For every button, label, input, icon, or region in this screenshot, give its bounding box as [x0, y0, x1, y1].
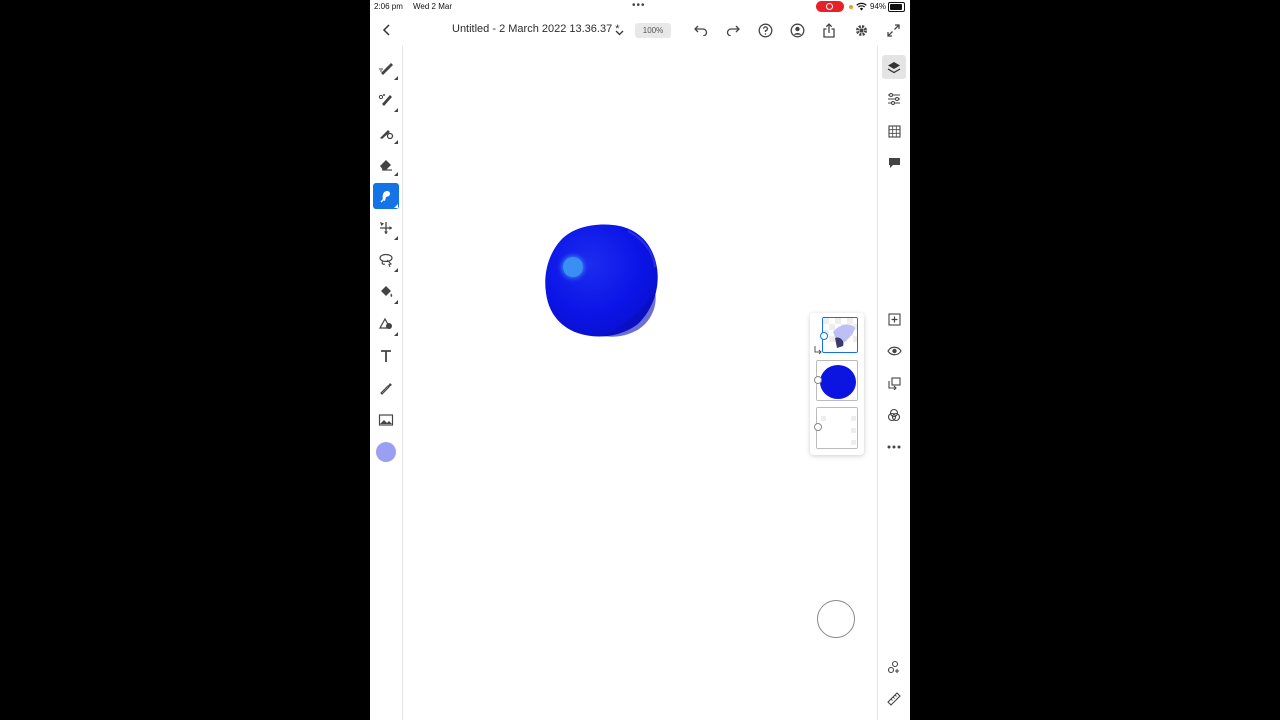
text-tool-icon[interactable]	[373, 343, 399, 369]
settings-gear-icon[interactable]	[852, 21, 870, 39]
blend-modes-icon[interactable]	[882, 403, 906, 427]
fullscreen-icon[interactable]	[884, 21, 902, 39]
status-time: 2:06 pm	[374, 2, 403, 11]
clipping-arrow-icon	[814, 342, 822, 360]
layer-properties-icon[interactable]	[882, 87, 906, 111]
live-brush-tool-icon[interactable]	[373, 87, 399, 113]
multitasking-dots-icon[interactable]: •••	[632, 1, 646, 11]
eyedropper-tool-icon[interactable]	[373, 375, 399, 401]
ruler-icon[interactable]	[882, 687, 906, 711]
comments-icon[interactable]	[882, 151, 906, 175]
eraser-tool-icon[interactable]	[373, 151, 399, 177]
drawing-canvas[interactable]	[403, 46, 877, 720]
battery-icon	[888, 2, 905, 12]
shapes-tool-icon[interactable]	[373, 311, 399, 337]
transform-tool-icon[interactable]	[373, 215, 399, 241]
layer-thumbnail-blue-blob[interactable]	[816, 360, 858, 401]
pixel-brush-tool-icon[interactable]	[373, 55, 399, 81]
chevron-down-icon[interactable]	[615, 24, 624, 42]
more-options-icon[interactable]	[882, 435, 906, 459]
location-indicator-icon	[849, 5, 853, 9]
zoom-level[interactable]: 100%	[635, 23, 671, 38]
image-import-icon[interactable]	[373, 407, 399, 433]
lasso-selection-tool-icon[interactable]	[373, 247, 399, 273]
back-icon[interactable]	[378, 21, 396, 39]
layers-icon[interactable]	[882, 55, 906, 79]
top-toolbar: Untitled - 2 March 2022 13.36.37 * 100%	[370, 14, 910, 46]
grid-icon[interactable]	[882, 119, 906, 143]
touch-shortcut-icon[interactable]	[882, 655, 906, 679]
layer-visibility-badge[interactable]	[820, 332, 828, 340]
painted-blue-blob	[543, 221, 668, 341]
vector-brush-tool-icon[interactable]	[373, 119, 399, 145]
redo-icon[interactable]	[724, 21, 742, 39]
undo-icon[interactable]	[692, 21, 710, 39]
brush-cursor-circle[interactable]	[817, 600, 855, 638]
wifi-icon	[856, 2, 867, 11]
fill-tool-icon[interactable]	[373, 279, 399, 305]
ipad-screen: 2:06 pm Wed 2 Mar ••• 94% Untitled - 2 M…	[370, 0, 910, 720]
layer-lock-badge[interactable]	[814, 423, 822, 431]
right-toolbar	[877, 46, 910, 720]
layer-visibility-badge[interactable]	[814, 376, 822, 384]
left-toolbar	[370, 46, 403, 720]
visibility-eye-icon[interactable]	[882, 339, 906, 363]
document-title[interactable]: Untitled - 2 March 2022 13.36.37 *	[452, 23, 620, 35]
layers-panel	[810, 313, 864, 455]
screen-recording-icon	[816, 1, 844, 12]
share-icon[interactable]	[820, 21, 838, 39]
layer-thumbnail-background[interactable]	[816, 407, 858, 449]
clipping-mask-icon[interactable]	[882, 371, 906, 395]
help-icon[interactable]	[756, 21, 774, 39]
battery-percentage: 94%	[870, 2, 887, 11]
add-layer-icon[interactable]	[882, 307, 906, 331]
status-date: Wed 2 Mar	[413, 2, 452, 11]
current-color-swatch[interactable]	[376, 442, 396, 462]
user-account-icon[interactable]	[788, 21, 806, 39]
status-bar: 2:06 pm Wed 2 Mar ••• 94%	[370, 0, 910, 14]
smudge-tool-icon[interactable]	[373, 183, 399, 209]
